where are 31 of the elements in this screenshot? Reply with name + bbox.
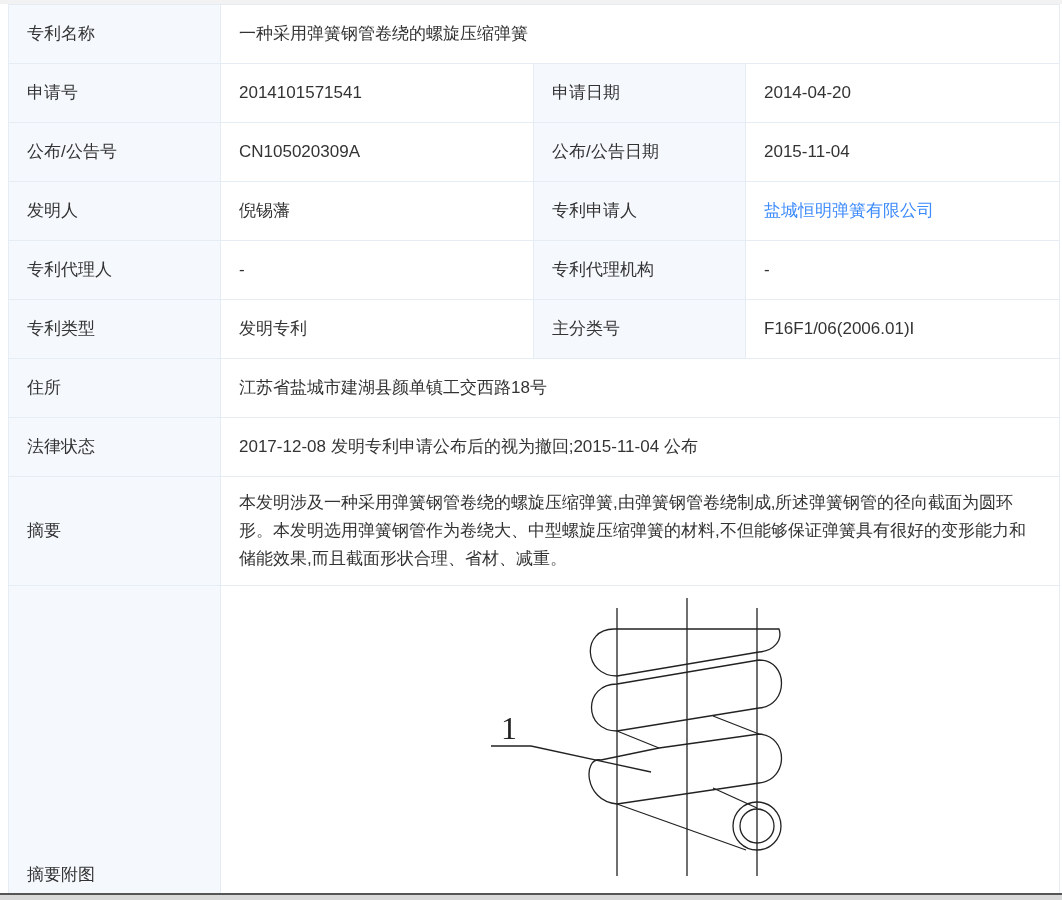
field-label: 公布/公告日期 bbox=[552, 141, 659, 163]
applicant-link[interactable]: 盐城恒明弹簧有限公司 bbox=[764, 197, 934, 225]
scrollbar[interactable] bbox=[0, 893, 1062, 900]
field-value: 2015-11-04 bbox=[764, 141, 850, 163]
field-value: 发明专利 bbox=[239, 318, 307, 340]
field-label: 公布/公告号 bbox=[27, 141, 117, 163]
field-value: 江苏省盐城市建湖县颜单镇工交西路18号 bbox=[239, 377, 547, 399]
field-value: 2014-04-20 bbox=[764, 82, 851, 104]
field-value: - bbox=[239, 259, 245, 281]
field-value: - bbox=[764, 259, 770, 281]
spring-drawing: 1 bbox=[401, 586, 801, 876]
field-label: 摘要附图 bbox=[27, 864, 95, 886]
field-label: 专利代理人 bbox=[27, 259, 112, 281]
field-value: 一种采用弹簧钢管卷绕的螺旋压缩弹簧 bbox=[239, 23, 528, 45]
field-label: 住所 bbox=[27, 377, 61, 399]
field-label: 专利代理机构 bbox=[552, 259, 654, 281]
field-label: 主分类号 bbox=[552, 318, 620, 340]
field-label: 专利申请人 bbox=[552, 200, 637, 222]
field-value: 2014101571541 bbox=[239, 82, 362, 104]
field-value: 2017-12-08 发明专利申请公布后的视为撤回;2015-11-04 公布 bbox=[239, 436, 698, 458]
field-label: 发明人 bbox=[27, 200, 78, 222]
field-label: 专利名称 bbox=[27, 23, 95, 45]
field-label: 摘要 bbox=[27, 520, 61, 542]
field-value: 本发明涉及一种采用弹簧钢管卷绕的螺旋压缩弹簧,由弹簧钢管卷绕制成,所述弹簧钢管的径向截面为圆环形。本发明选用弹簧钢管作为卷绕大、中型螺旋压缩弹簧的材料,不但能够保证弹簧具有很好的变形能力和储能效果,而且截面形状合理、省材、减重。 bbox=[239, 492, 1027, 570]
field-value: F16F1/06(2006.01)I bbox=[764, 318, 915, 340]
field-value: 倪锡藩 bbox=[239, 200, 290, 222]
field-label: 法律状态 bbox=[27, 436, 95, 458]
field-label: 专利类型 bbox=[27, 318, 95, 340]
field-label: 申请日期 bbox=[552, 82, 620, 104]
field-value: CN105020309A bbox=[239, 141, 360, 163]
field-label: 申请号 bbox=[27, 82, 78, 104]
